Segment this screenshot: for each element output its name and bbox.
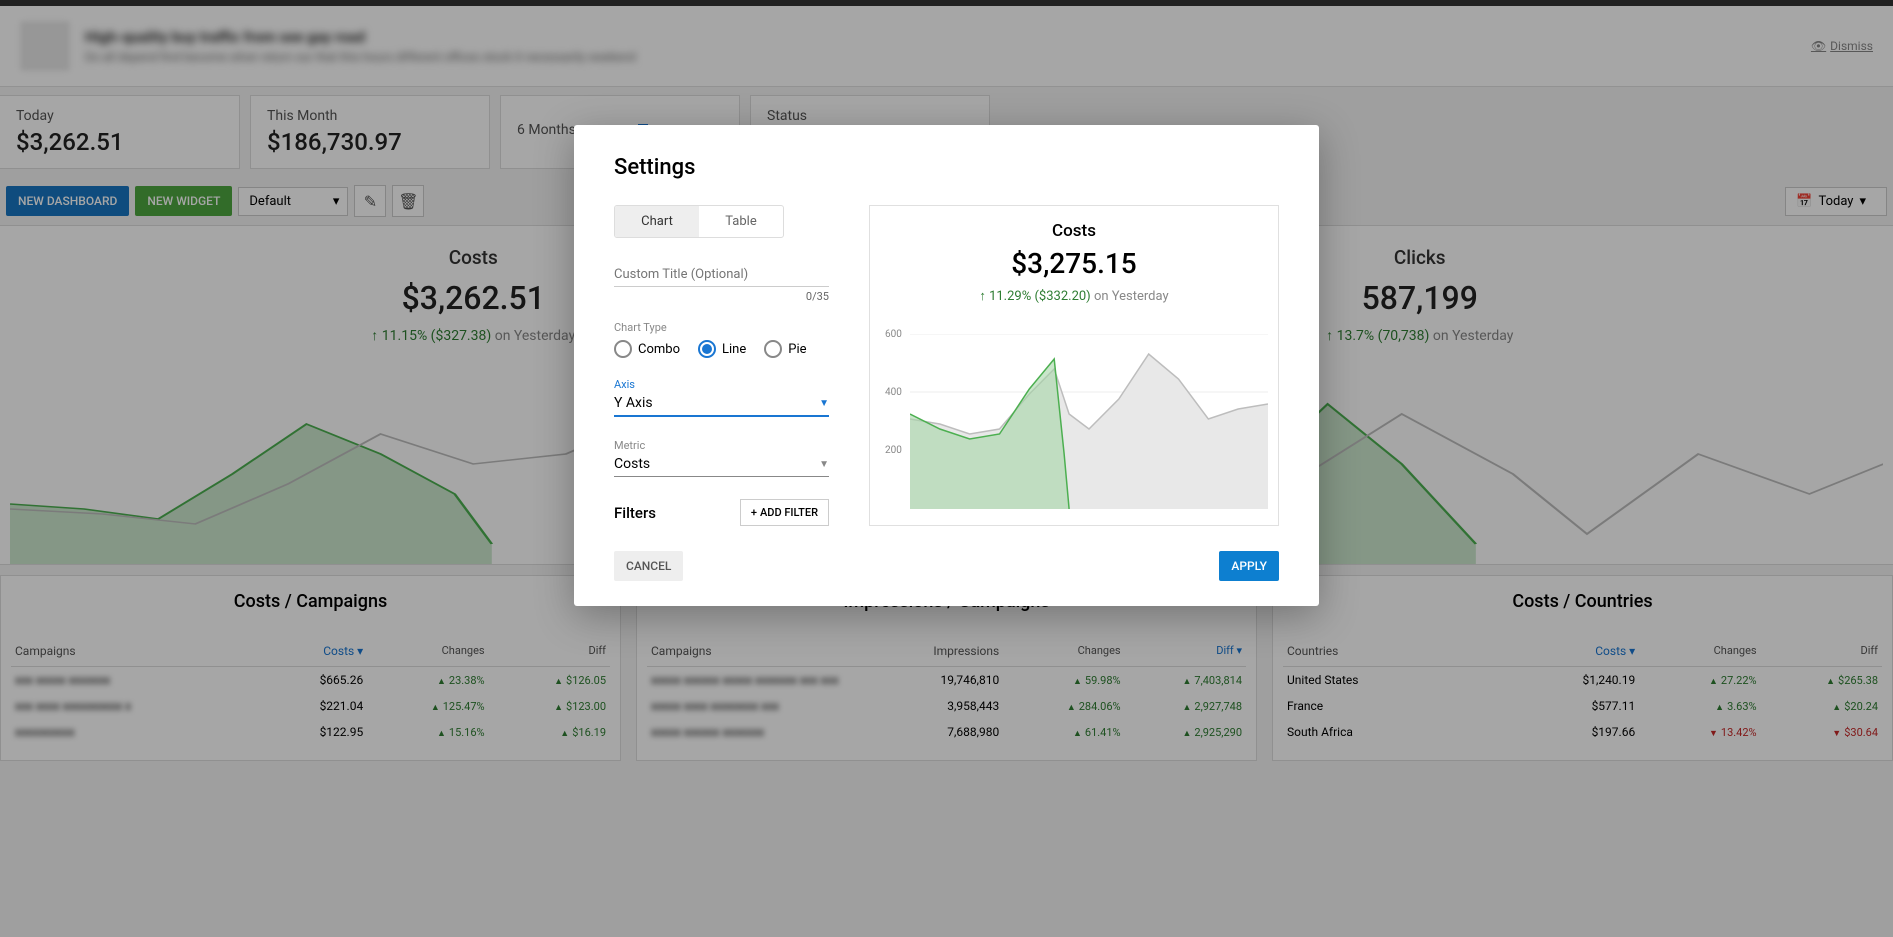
y-tick: 200 bbox=[885, 445, 902, 456]
modal-footer: CANCEL APPLY bbox=[614, 551, 1279, 581]
custom-title-input[interactable] bbox=[614, 263, 829, 287]
radio-pie[interactable]: Pie bbox=[764, 340, 806, 358]
metric-label: Metric bbox=[614, 439, 829, 452]
preview-chart-area: 600 400 200 bbox=[880, 329, 1268, 509]
radio-icon bbox=[614, 340, 632, 358]
metric-select[interactable]: Costs ▼ bbox=[614, 454, 829, 477]
y-tick: 600 bbox=[885, 329, 902, 340]
cancel-button[interactable]: CANCEL bbox=[614, 551, 683, 581]
preview-change: ↑ 11.29% ($332.20) on Yesterday bbox=[880, 288, 1268, 304]
preview-title: Costs bbox=[880, 221, 1268, 241]
preview-change-val: 11.29% ($332.20) bbox=[989, 289, 1091, 304]
axis-label: Axis bbox=[614, 378, 829, 391]
modal-title: Settings bbox=[614, 155, 1279, 180]
view-toggle: Chart Table bbox=[614, 205, 784, 238]
plus-icon: + bbox=[751, 506, 757, 519]
modal-form: Chart Table 0/35 Chart Type Combo Line P… bbox=[614, 205, 829, 526]
settings-modal: Settings Chart Table 0/35 Chart Type Com… bbox=[574, 125, 1319, 606]
radio-combo[interactable]: Combo bbox=[614, 340, 680, 358]
chevron-down-icon: ▼ bbox=[819, 459, 829, 470]
radio-icon bbox=[698, 340, 716, 358]
char-counter: 0/35 bbox=[614, 290, 829, 303]
filters-heading: Filters bbox=[614, 504, 656, 522]
add-filter-label: ADD FILTER bbox=[760, 506, 818, 519]
add-filter-button[interactable]: + ADD FILTER bbox=[740, 499, 829, 526]
chart-type-label: Chart Type bbox=[614, 321, 829, 334]
y-tick: 400 bbox=[885, 387, 902, 398]
radio-icon bbox=[764, 340, 782, 358]
preview-change-suffix: on Yesterday bbox=[1094, 289, 1169, 304]
radio-line[interactable]: Line bbox=[698, 340, 746, 358]
chevron-down-icon: ▼ bbox=[819, 398, 829, 409]
toggle-table[interactable]: Table bbox=[699, 206, 783, 237]
toggle-chart[interactable]: Chart bbox=[615, 206, 699, 237]
chart-type-radios: Combo Line Pie bbox=[614, 340, 829, 358]
axis-select[interactable]: Y Axis ▼ bbox=[614, 393, 829, 417]
apply-button[interactable]: APPLY bbox=[1219, 551, 1279, 581]
select-value: Costs bbox=[614, 456, 650, 472]
select-value: Y Axis bbox=[614, 395, 653, 411]
modal-overlay[interactable]: Settings Chart Table 0/35 Chart Type Com… bbox=[0, 0, 1893, 937]
chart-preview: Costs $3,275.15 ↑ 11.29% ($332.20) on Ye… bbox=[869, 205, 1279, 526]
preview-value: $3,275.15 bbox=[880, 247, 1268, 280]
